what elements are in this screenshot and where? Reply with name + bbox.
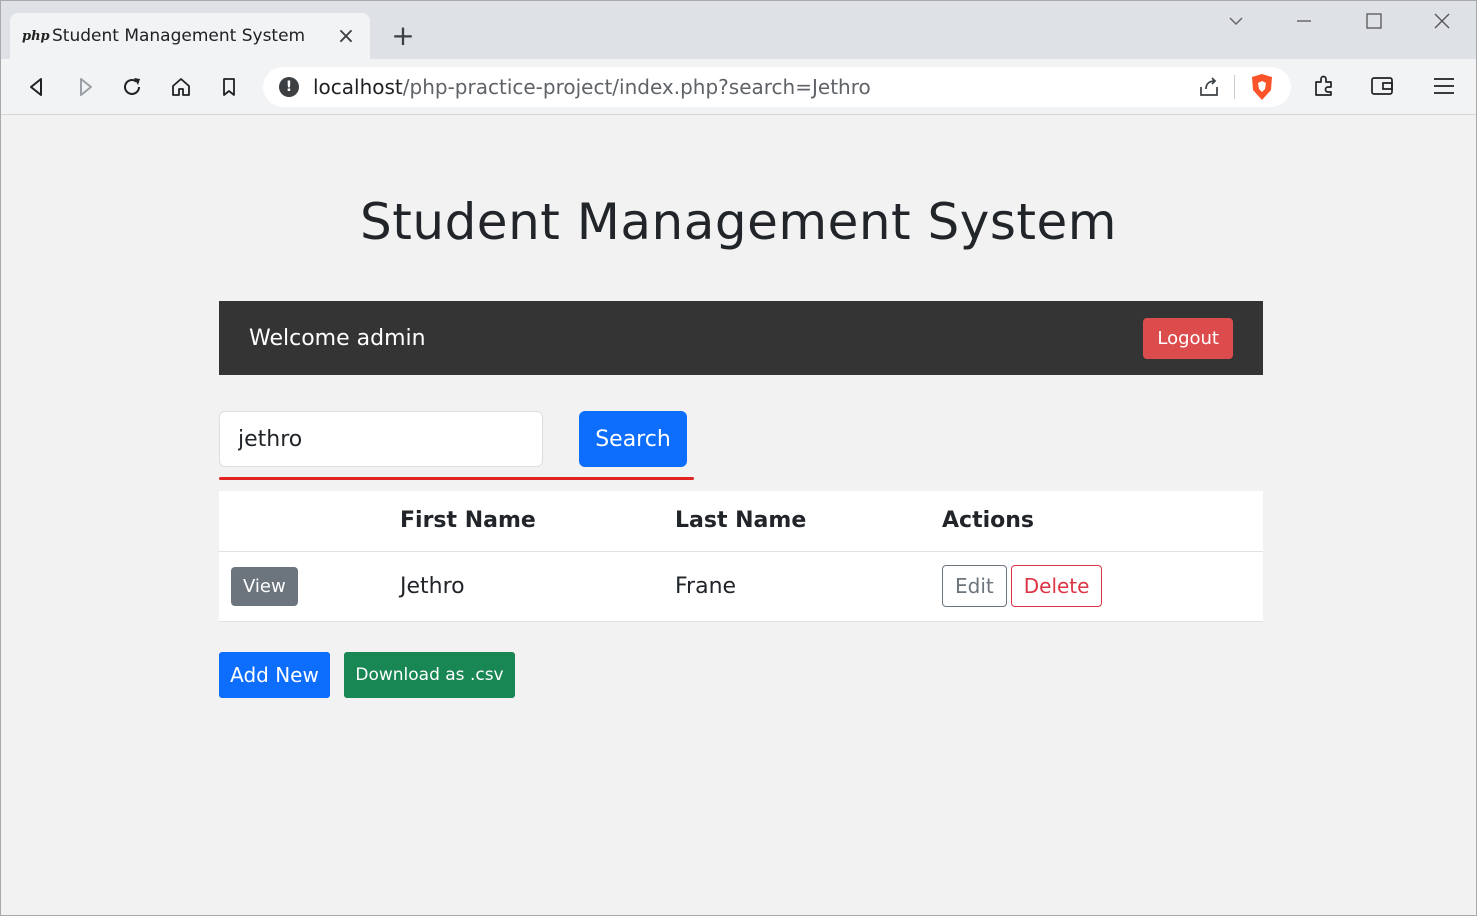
address-bar-divider [1234, 75, 1235, 99]
table-header-actions: Actions [942, 491, 1263, 552]
back-icon[interactable] [21, 71, 53, 103]
browser-toolbar: ! localhost/php-practice-project/index.p… [1, 59, 1476, 115]
table-header-first-name: First Name [400, 491, 675, 552]
delete-button[interactable]: Delete [1010, 565, 1103, 607]
reload-icon[interactable] [116, 71, 148, 103]
bookmark-icon[interactable] [213, 71, 245, 103]
tab-close-icon[interactable]: × [334, 24, 358, 49]
brave-shield-icon[interactable] [1249, 73, 1275, 105]
actions-cell: Edit Delete [942, 551, 1263, 622]
welcome-text: Welcome admin [249, 325, 426, 351]
minimize-icon[interactable] [1289, 11, 1319, 35]
address-bar[interactable]: ! localhost/php-practice-project/index.p… [263, 67, 1291, 107]
download-csv-button[interactable]: Download as .csv [344, 652, 515, 698]
table-header-last-name: Last Name [675, 491, 942, 552]
first-name-cell: Jethro [400, 551, 675, 622]
tab-search-chevron-icon[interactable] [1221, 11, 1251, 35]
search-button[interactable]: Search [579, 411, 687, 467]
logout-button[interactable]: Logout [1143, 317, 1233, 359]
table-header-blank [219, 491, 400, 552]
close-window-icon[interactable] [1427, 11, 1457, 35]
site-info-icon[interactable]: ! [279, 77, 299, 97]
tab-title: Student Management System [52, 26, 306, 46]
edit-button[interactable]: Edit [942, 565, 1007, 607]
browser-window: php Student Management System × + ! loca… [0, 0, 1477, 916]
table-header-row: First Name Last Name Actions [219, 491, 1263, 552]
menu-icon[interactable] [1431, 73, 1457, 103]
page-title: Student Management System [360, 193, 1117, 251]
new-tab-icon[interactable]: + [389, 19, 417, 52]
wallet-icon[interactable] [1369, 73, 1395, 103]
students-table: First Name Last Name Actions View Jethro… [219, 491, 1263, 622]
table-row: View Jethro Frane Edit Delete [219, 551, 1263, 622]
url-host: localhost [313, 75, 403, 99]
view-button[interactable]: View [231, 566, 298, 606]
url-text: localhost/php-practice-project/index.php… [313, 75, 871, 99]
extensions-icon[interactable] [1311, 73, 1337, 103]
forward-icon[interactable] [69, 71, 101, 103]
url-path: /php-practice-project/index.php?search=J… [402, 75, 871, 99]
maximize-icon[interactable] [1359, 11, 1389, 35]
tab-strip: php Student Management System × + [1, 1, 1476, 59]
home-icon[interactable] [165, 71, 197, 103]
php-favicon-icon: php [22, 28, 50, 44]
annotation-underline [219, 477, 694, 480]
view-cell: View [219, 551, 400, 622]
last-name-cell: Frane [675, 551, 942, 622]
welcome-bar: Welcome admin Logout [219, 301, 1263, 375]
add-new-button[interactable]: Add New [219, 652, 330, 698]
page-content: Student Management System Welcome admin … [1, 115, 1476, 915]
search-input[interactable] [219, 411, 543, 467]
browser-tab[interactable]: php Student Management System × [10, 13, 370, 59]
share-icon[interactable] [1197, 75, 1221, 103]
